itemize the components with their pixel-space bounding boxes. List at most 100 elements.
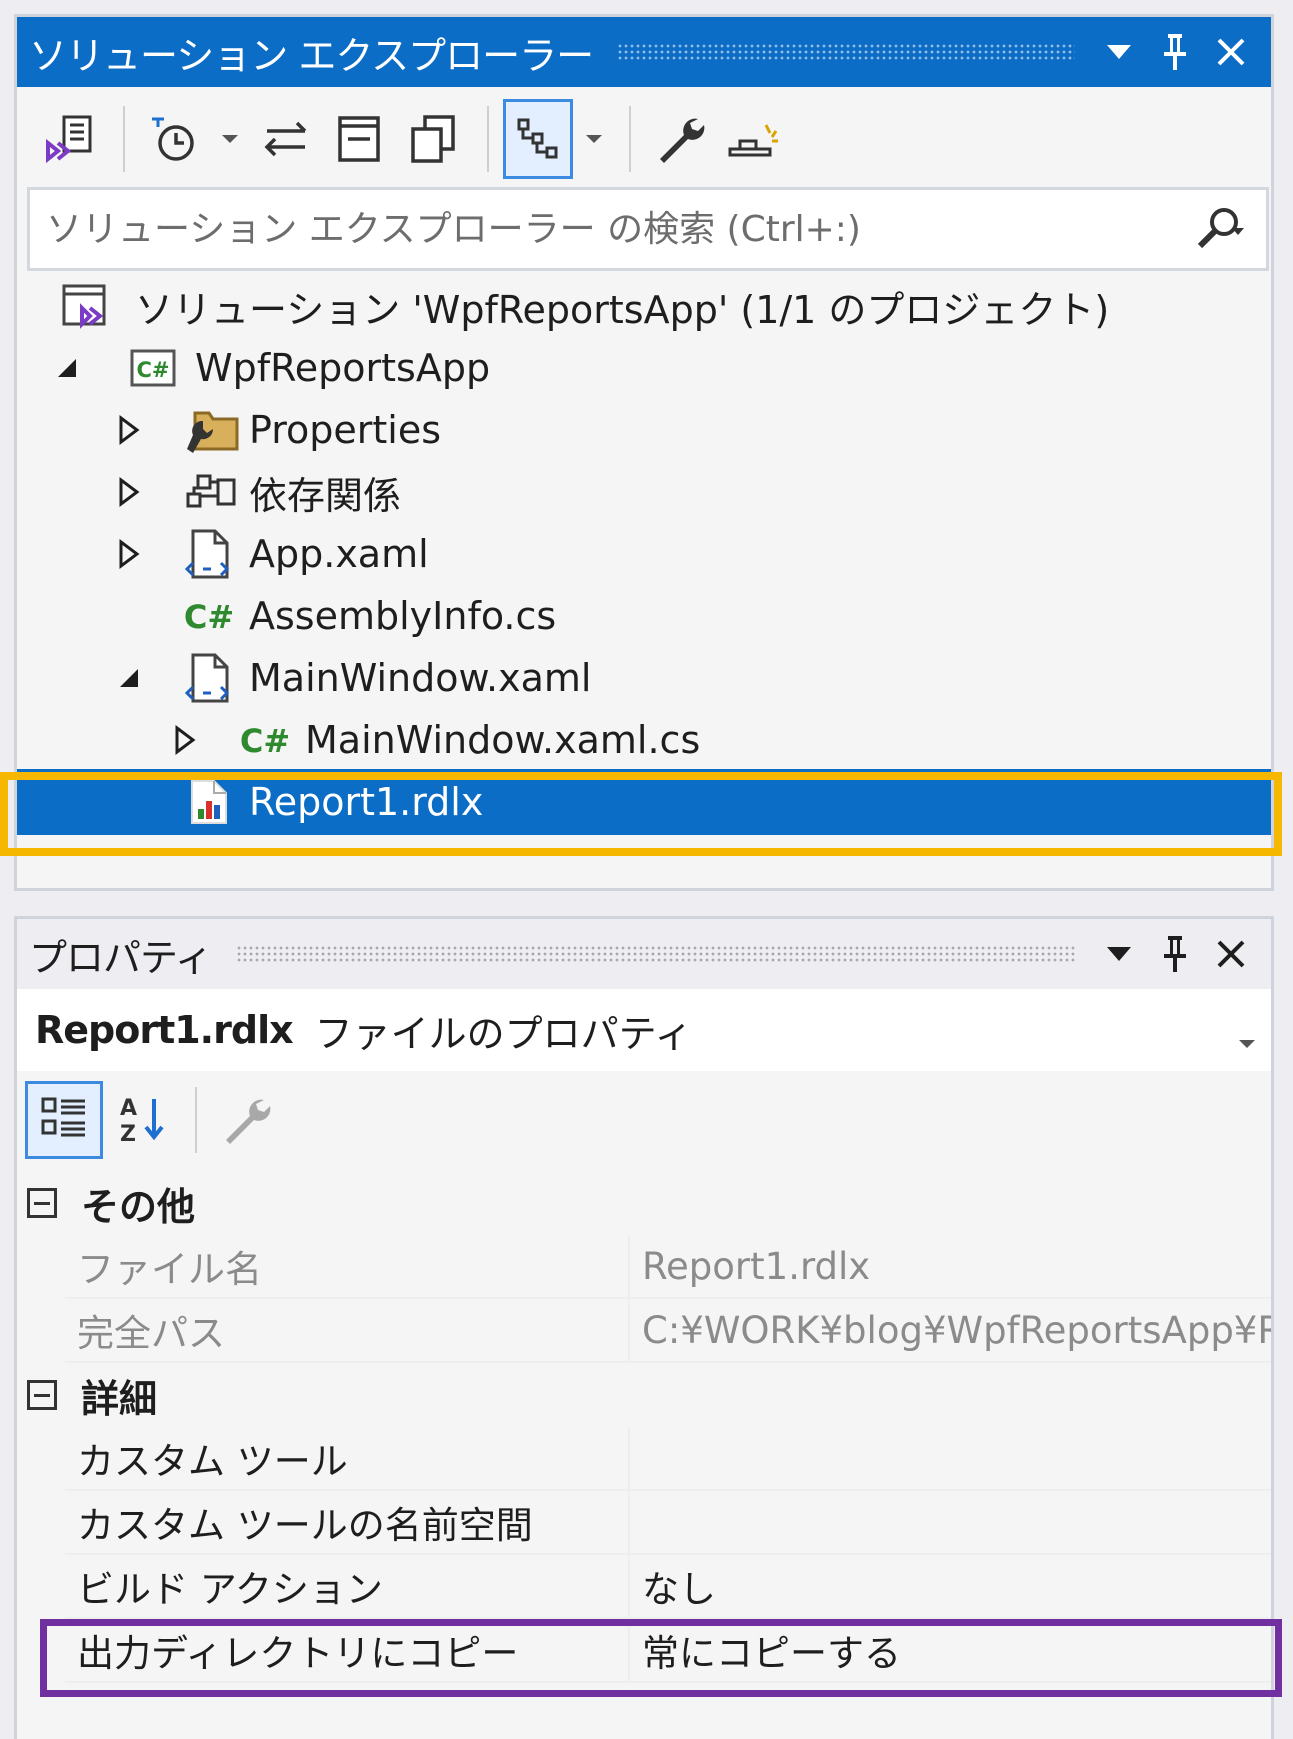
tree-item-mainwindow-xaml[interactable]: MainWindow.xaml — [17, 645, 1271, 711]
tree-item-app-xaml[interactable]: App.xaml — [17, 521, 1271, 587]
toolbar-separator — [629, 106, 631, 172]
solution-explorer-toolbar — [17, 87, 1271, 191]
property-name: 完全パス — [65, 1299, 630, 1361]
tree-item-label: ソリューション 'WpfReportsApp' (1/1 のプロジェクト) — [135, 287, 1110, 332]
alphabetical-sort-icon[interactable]: A Z — [107, 1080, 177, 1160]
property-row-copy-to-output[interactable]: 出力ディレクトリにコピー 常にコピーする — [65, 1619, 1271, 1683]
tree-item-label: MainWindow.xaml — [249, 656, 592, 700]
collapsed-arrow-icon[interactable] — [111, 397, 147, 463]
pin-icon[interactable] — [1147, 24, 1203, 80]
property-value[interactable]: なし — [632, 1555, 1271, 1617]
tree-item-assemblyinfo[interactable]: C# AssemblyInfo.cs — [17, 583, 1271, 649]
solution-explorer-title-bar[interactable]: ソリューション エクスプローラー — [17, 17, 1271, 87]
properties-toolbar: A Z — [17, 1071, 1271, 1169]
show-all-files-icon[interactable] — [503, 99, 573, 179]
expanded-arrow-icon[interactable] — [49, 335, 85, 401]
tree-item-solution[interactable]: ソリューション 'WpfReportsApp' (1/1 のプロジェクト) — [17, 273, 1271, 339]
tree-item-label: WpfReportsApp — [195, 346, 491, 390]
tree-item-label: Properties — [249, 408, 442, 452]
title-grip — [617, 43, 1075, 61]
xaml-file-icon — [181, 648, 237, 708]
property-name: カスタム ツール — [65, 1427, 630, 1489]
property-value: Report1.rdlx — [632, 1235, 1271, 1297]
property-row-custom-tool[interactable]: カスタム ツール — [65, 1427, 1271, 1491]
category-misc[interactable]: その他 — [17, 1171, 1271, 1235]
xaml-file-icon — [181, 524, 237, 584]
solution-explorer-panel: ソリューション エクスプローラー ソリューション エクスプローラー の検索 (C… — [14, 14, 1274, 891]
chevron-down-icon[interactable] — [1237, 1015, 1257, 1059]
sync-with-active-document-icon[interactable] — [251, 99, 321, 179]
solution-icon — [57, 276, 113, 336]
property-value[interactable]: 常にコピーする — [632, 1619, 1271, 1681]
category-advanced[interactable]: 詳細 — [17, 1363, 1271, 1427]
property-row-custom-tool-namespace[interactable]: カスタム ツールの名前空間 — [65, 1491, 1271, 1555]
property-object-selector[interactable]: Report1.rdlx ファイルのプロパティ — [17, 989, 1271, 1071]
vs-switch-views-icon[interactable] — [35, 99, 105, 179]
tree-item-label: MainWindow.xaml.cs — [305, 718, 701, 762]
tree-item-report1-rdlx[interactable]: Report1.rdlx — [17, 769, 1271, 835]
pending-changes-icon[interactable] — [139, 99, 209, 179]
search-input[interactable] — [46, 208, 1176, 250]
panel-title: プロパティ — [29, 935, 213, 980]
pending-changes-dropdown-icon[interactable] — [213, 99, 247, 179]
svg-text:Z: Z — [120, 1122, 136, 1147]
property-name: カスタム ツールの名前空間 — [65, 1491, 630, 1553]
collapsed-arrow-icon[interactable] — [111, 521, 147, 587]
property-row-file-name[interactable]: ファイル名 Report1.rdlx — [65, 1235, 1271, 1299]
tree-item-label: App.xaml — [249, 532, 429, 576]
report-file-icon — [181, 772, 237, 832]
dependencies-icon — [183, 462, 239, 522]
show-all-files-dropdown-icon[interactable] — [577, 99, 611, 179]
property-name: ビルド アクション — [65, 1555, 630, 1617]
property-row-full-path[interactable]: 完全パス C:¥WORK¥blog¥WpfReportsApp¥R — [65, 1299, 1271, 1363]
panel-title: ソリューション エクスプローラー — [29, 33, 594, 78]
properties-wrench-icon[interactable] — [645, 99, 715, 179]
properties-title-bar[interactable]: プロパティ — [17, 919, 1271, 989]
csharp-file-icon: C# — [237, 710, 293, 770]
close-icon[interactable] — [1203, 24, 1259, 80]
tree-item-mainwindow-xaml-cs[interactable]: C# MainWindow.xaml.cs — [17, 707, 1271, 773]
tree-item-label: AssemblyInfo.cs — [249, 594, 557, 638]
collapsed-arrow-icon[interactable] — [111, 459, 147, 525]
categorized-view-icon[interactable] — [25, 1081, 103, 1159]
svg-text:C#: C# — [240, 722, 290, 760]
toolbar-separator — [123, 106, 125, 172]
tree-item-label: 依存関係 — [249, 473, 402, 518]
object-type: ファイルのプロパティ — [314, 1011, 693, 1056]
category-label: 詳細 — [81, 1376, 158, 1421]
copy-icon[interactable] — [399, 99, 469, 179]
collapsed-arrow-icon[interactable] — [167, 707, 203, 773]
property-name: ファイル名 — [65, 1235, 630, 1297]
tree-item-dependencies[interactable]: 依存関係 — [17, 459, 1271, 525]
property-pages-wrench-icon — [211, 1080, 281, 1160]
window-position-dropdown-icon[interactable] — [1091, 926, 1147, 982]
svg-text:C#: C# — [136, 358, 169, 382]
toolbar-separator — [195, 1087, 197, 1153]
property-value: C:¥WORK¥blog¥WpfReportsApp¥R — [632, 1299, 1271, 1361]
svg-text:A: A — [120, 1096, 137, 1121]
solution-explorer-search[interactable] — [27, 187, 1269, 271]
collapse-all-icon[interactable] — [325, 99, 395, 179]
collapse-category-icon[interactable] — [27, 1380, 57, 1410]
property-row-build-action[interactable]: ビルド アクション なし — [65, 1555, 1271, 1619]
tree-item-project[interactable]: C# WpfReportsApp — [17, 335, 1271, 401]
close-icon[interactable] — [1203, 926, 1259, 982]
toolbar-separator — [487, 106, 489, 172]
expanded-arrow-icon[interactable] — [111, 645, 147, 711]
pin-icon[interactable] — [1147, 926, 1203, 982]
properties-panel: プロパティ Report1.rdlx ファイルのプロパティ A Z その他 ファ… — [14, 916, 1274, 1739]
title-grip — [235, 945, 1075, 963]
preview-selected-items-icon[interactable] — [719, 99, 789, 179]
object-name: Report1.rdlx — [35, 1008, 294, 1052]
properties-folder-icon — [185, 400, 241, 460]
property-name: 出力ディレクトリにコピー — [65, 1619, 630, 1681]
property-value[interactable] — [632, 1491, 1271, 1553]
property-value[interactable] — [632, 1427, 1271, 1489]
window-position-dropdown-icon[interactable] — [1091, 24, 1147, 80]
tree-item-properties[interactable]: Properties — [17, 397, 1271, 463]
csharp-project-icon: C# — [125, 338, 181, 398]
svg-text:C#: C# — [184, 598, 234, 636]
collapse-category-icon[interactable] — [27, 1188, 57, 1218]
category-label: その他 — [81, 1184, 196, 1229]
search-icon[interactable] — [1176, 194, 1266, 264]
